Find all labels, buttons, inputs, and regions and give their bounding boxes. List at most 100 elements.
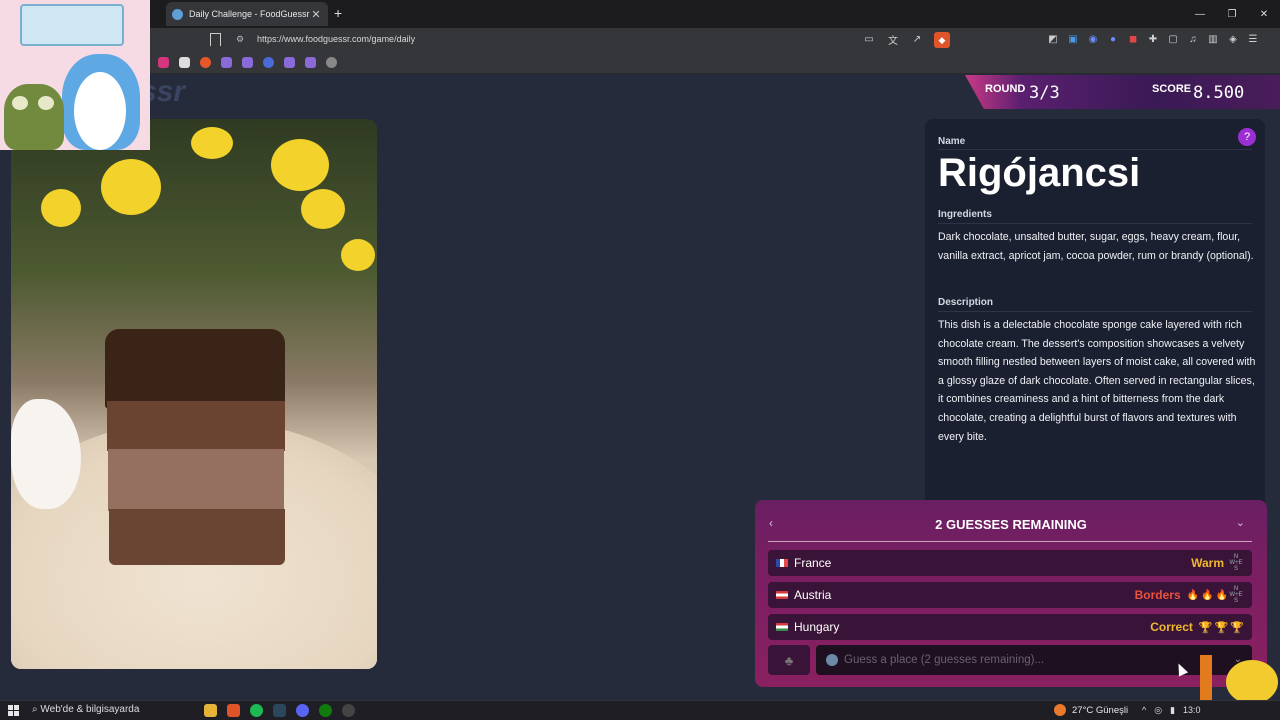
compass-icon: N W+E S <box>1229 554 1243 572</box>
extension-icons: ◩ ▣ ◉ ● ◼ ✚ ▢ ♫ ▥ ◈ ☰ <box>1046 32 1260 46</box>
discord-icon[interactable] <box>296 704 309 717</box>
translate-icon[interactable]: 文 <box>886 32 900 47</box>
flower-decoration <box>191 127 233 159</box>
trophy-icon: 🏆 <box>1230 621 1244 634</box>
taskbar-apps <box>204 704 355 717</box>
penguin-belly <box>74 72 126 150</box>
help-icon[interactable]: ? <box>1238 128 1256 146</box>
sidebar-icon[interactable]: ▥ <box>1206 32 1220 46</box>
guess-country: Hungary <box>794 620 840 634</box>
tab-title: Daily Challenge - FoodGuessr | F <box>189 9 310 19</box>
system-tray: ^ ◎ ▮ 13:0 <box>1142 705 1201 716</box>
air-conditioner-graphic <box>20 4 124 46</box>
browser-tab-active[interactable]: Daily Challenge - FoodGuessr | F ✕ <box>166 2 328 26</box>
tab-close-icon[interactable]: ✕ <box>310 8 322 21</box>
frog-graphic <box>4 84 64 150</box>
extension-2-icon[interactable]: ▣ <box>1066 32 1080 46</box>
cake-glaze <box>105 329 285 409</box>
name-label: Name <box>938 136 966 147</box>
guess-result: Correct <box>1150 620 1193 634</box>
spotify-icon[interactable] <box>250 704 263 717</box>
fire-icon: 🔥 <box>1201 589 1214 601</box>
guesses-remaining-title: 2 GUESSES REMAINING <box>935 517 1087 532</box>
extension-3-icon[interactable]: ◉ <box>1086 32 1100 46</box>
fire-icon: 🔥 <box>1186 589 1200 601</box>
microphone-icon[interactable]: ▮ <box>1170 705 1175 716</box>
weather-widget[interactable]: 27°C Güneşli <box>1054 704 1128 716</box>
minimize-icon[interactable]: — <box>1184 0 1216 28</box>
extensions-puzzle-icon[interactable]: ✚ <box>1146 32 1160 46</box>
browser-tabbar: Daily Challenge - FoodGuessr | F ✕ + — ❐… <box>0 0 1280 28</box>
extension-5-icon[interactable]: ◼ <box>1126 32 1140 46</box>
extension-4-icon[interactable]: ● <box>1106 32 1120 46</box>
taskbar-search[interactable]: ⌕ Web'de & bilgisayarda <box>32 704 139 715</box>
screenshot-icon[interactable]: ▢ <box>1166 32 1180 46</box>
stream-overlay <box>0 0 150 150</box>
description-text: This dish is a delectable chocolate spon… <box>938 319 1256 443</box>
guess-panel: ‹ 2 GUESSES REMAINING ⌄ France Warm N W+E… <box>755 500 1267 687</box>
fire-icon: 🔥 <box>1215 589 1228 601</box>
xbox-icon[interactable] <box>319 704 332 717</box>
guess-country: Austria <box>794 588 832 602</box>
tray-expand-icon[interactable]: ^ <box>1142 705 1146 716</box>
chevron-down-icon[interactable]: ⌄ <box>1236 516 1245 529</box>
guess-result: Borders <box>1134 588 1181 602</box>
frog-eye <box>12 96 28 110</box>
france-flag-icon <box>776 559 788 567</box>
flower-decoration <box>271 139 329 191</box>
divider <box>938 311 1252 312</box>
bookmark-icon[interactable] <box>210 33 221 46</box>
guess-row: Austria Borders 🔥 🔥 🔥 N W+E S <box>768 582 1252 608</box>
windows-start-icon[interactable] <box>8 705 19 716</box>
bookmark-feather-2-icon[interactable] <box>242 57 253 68</box>
cast-icon[interactable]: ▭ <box>862 32 876 46</box>
network-icon[interactable]: ◎ <box>1154 705 1162 716</box>
new-tab-icon[interactable]: + <box>334 5 342 21</box>
brave-shield-icon[interactable]: ◆ <box>934 32 950 48</box>
flower-decoration <box>101 159 161 215</box>
share-icon[interactable]: ↗ <box>910 32 924 46</box>
obs-icon[interactable] <box>342 704 355 717</box>
guess-row: France Warm N W+E S <box>768 550 1252 576</box>
file-explorer-icon[interactable] <box>204 704 217 717</box>
divider <box>768 541 1252 542</box>
close-window-icon[interactable]: ✕ <box>1248 0 1280 28</box>
dish-info-panel: ? Name Rigójancsi Ingredients Dark choco… <box>925 119 1265 509</box>
globe-icon <box>826 654 838 666</box>
vpn-icon[interactable]: ◈ <box>1226 32 1240 46</box>
bookmarks-bar <box>0 52 1280 74</box>
clock[interactable]: 13:0 <box>1183 705 1201 716</box>
trophy-icon: 🏆 <box>1214 621 1229 634</box>
game-page: ssr ROUND 3/3 SCORE 8.500 ? Name Rigójan… <box>0 75 1280 699</box>
media-icon[interactable]: ♫ <box>1186 32 1200 46</box>
site-info-icon[interactable]: ⚙ <box>236 34 246 44</box>
amazon-icon[interactable] <box>179 57 190 68</box>
address-bar: ⚙ https://www.foodguessr.com/game/daily … <box>0 28 1280 52</box>
divider <box>938 223 1252 224</box>
ingredients-label: Ingredients <box>938 209 992 220</box>
stream-bar-graphic <box>1200 655 1212 701</box>
guess-row: Hungary Correct 🏆 🏆 🏆 <box>768 614 1252 640</box>
steam-icon[interactable] <box>273 704 286 717</box>
bookmark-play-icon[interactable] <box>263 57 274 68</box>
guess-submit-button[interactable]: ♣ <box>768 645 810 675</box>
whipped-cream <box>11 399 81 509</box>
url-text[interactable]: https://www.foodguessr.com/game/daily <box>257 34 415 44</box>
bookmark-feather-4-icon[interactable] <box>305 57 316 68</box>
dish-name: Rigójancsi <box>938 151 1141 195</box>
flower-decoration <box>301 189 345 229</box>
dish-photo <box>11 119 377 669</box>
frog-eye <box>38 96 54 110</box>
hungary-flag-icon <box>776 623 788 631</box>
instagram-icon[interactable] <box>158 57 169 68</box>
bookmark-star-icon[interactable] <box>326 57 337 68</box>
menu-icon[interactable]: ☰ <box>1246 32 1260 46</box>
brave-browser-icon[interactable] <box>227 704 240 717</box>
windows-taskbar: ⌕ Web'de & bilgisayarda 27°C Güneşli ^ ◎… <box>0 700 1280 720</box>
bookmark-feather-3-icon[interactable] <box>284 57 295 68</box>
restore-icon[interactable]: ❐ <box>1216 0 1248 28</box>
bookmark-feather-1-icon[interactable] <box>221 57 232 68</box>
reddit-icon[interactable] <box>200 57 211 68</box>
score-value: 8.500 <box>1193 83 1245 103</box>
extension-1-icon[interactable]: ◩ <box>1046 32 1060 46</box>
